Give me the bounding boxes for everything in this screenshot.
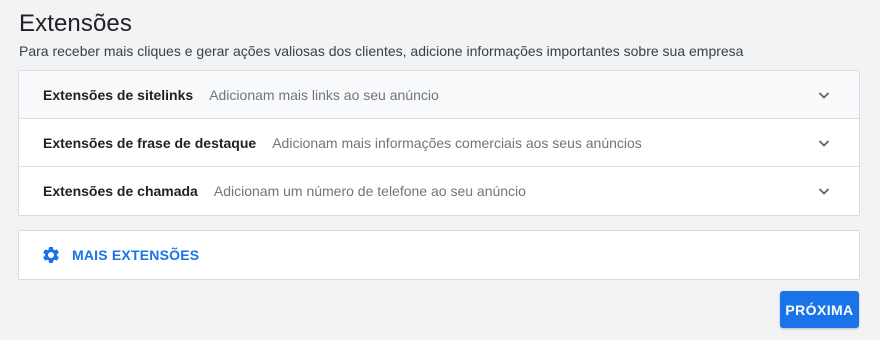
chevron-down-icon[interactable] [817,88,831,102]
extension-description: Adicionam mais links ao seu anúncio [209,86,439,103]
extensions-page: Extensões Para receber mais cliques e ge… [0,0,880,340]
chevron-down-icon[interactable] [817,136,831,150]
extension-label: Extensões de chamada [43,182,198,199]
extension-label: Extensões de frase de destaque [43,134,257,151]
more-extensions-button[interactable]: MAIS EXTENSÕES [18,230,860,280]
extension-row-call[interactable]: Extensões de chamada Adicionam um número… [19,167,859,214]
extension-row-callout[interactable]: Extensões de frase de destaque Adicionam… [19,119,859,167]
extension-description: Adicionam um número de telefone ao seu a… [213,182,526,199]
gear-icon [41,245,61,265]
page-subtitle: Para receber mais cliques e gerar ações … [19,43,744,59]
extension-row-sitelinks[interactable]: Extensões de sitelinks Adicionam mais li… [19,71,859,119]
extension-label: Extensões de sitelinks [43,86,194,103]
extension-description: Adicionam mais informações comerciais ao… [272,134,642,151]
extensions-list: Extensões de sitelinks Adicionam mais li… [18,70,860,216]
chevron-down-icon[interactable] [817,184,831,198]
page-title: Extensões [19,10,132,37]
more-extensions-label: MAIS EXTENSÕES [72,247,200,263]
next-button[interactable]: PRÓXIMA [780,291,859,328]
